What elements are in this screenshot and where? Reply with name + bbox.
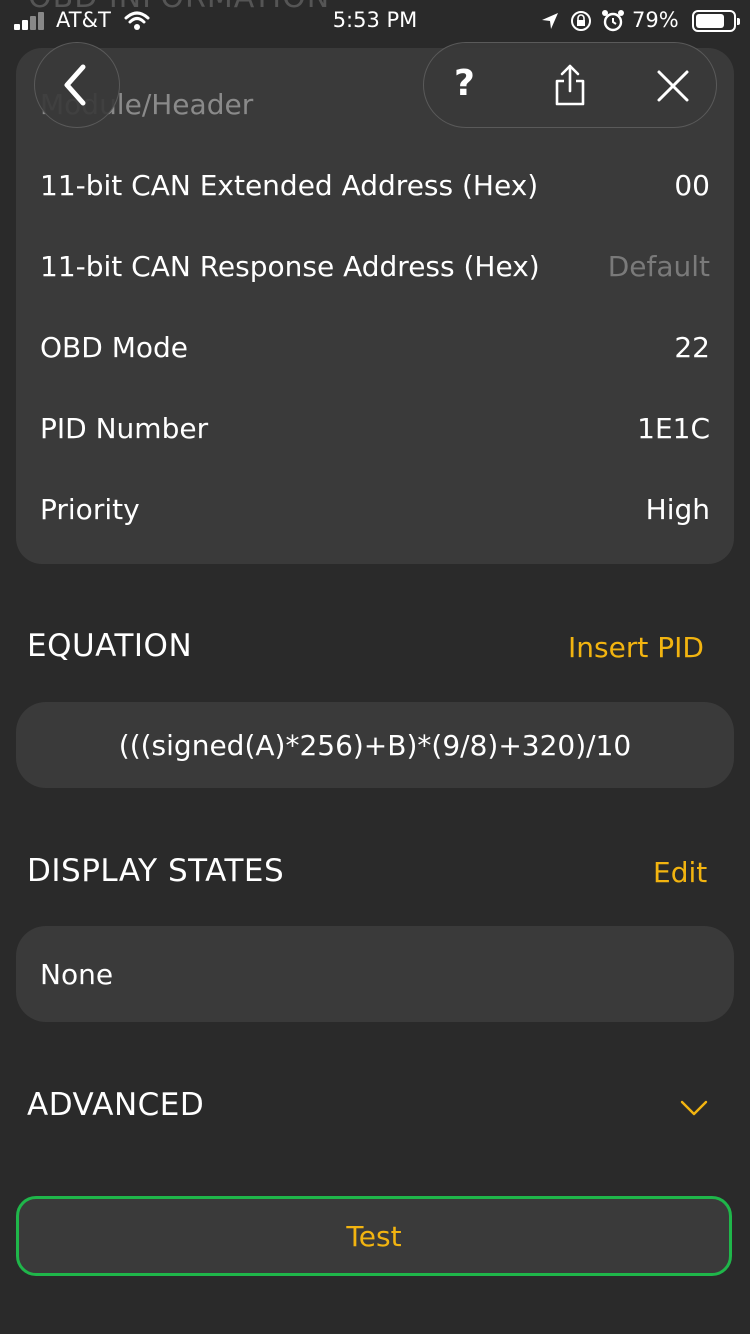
insert-pid-button[interactable]: Insert PID xyxy=(568,631,704,664)
battery-icon xyxy=(692,10,740,32)
equation-field[interactable]: (((signed(A)*256)+B)*(9/8)+320)/10 xyxy=(16,702,734,788)
battery-level xyxy=(696,14,724,28)
help-button[interactable]: ? xyxy=(454,63,475,104)
can-response-address-row[interactable]: 11-bit CAN Response Address (Hex) Defaul… xyxy=(40,236,710,296)
can-extended-address-row[interactable]: 11-bit CAN Extended Address (Hex) 00 xyxy=(40,155,710,215)
priority-value: High xyxy=(645,492,710,526)
pid-number-row[interactable]: PID Number 1E1C xyxy=(40,398,710,458)
obd-mode-label: OBD Mode xyxy=(40,330,188,364)
back-button[interactable] xyxy=(34,42,120,128)
alarm-icon xyxy=(602,10,624,32)
obd-mode-value: 22 xyxy=(674,330,710,364)
chevron-left-icon xyxy=(64,64,86,106)
pid-number-label: PID Number xyxy=(40,411,209,445)
display-states-field[interactable]: None xyxy=(16,926,734,1022)
equation-title: EQUATION xyxy=(27,628,193,664)
chevron-down-icon xyxy=(680,1100,708,1116)
action-pill: ? xyxy=(423,42,717,128)
priority-label: Priority xyxy=(40,492,140,526)
pid-number-value: 1E1C xyxy=(637,411,710,445)
priority-row[interactable]: Priority High xyxy=(40,479,710,539)
obd-mode-row[interactable]: OBD Mode 22 xyxy=(40,317,710,377)
close-icon[interactable] xyxy=(656,69,690,103)
display-states-title: DISPLAY STATES xyxy=(27,853,285,889)
orientation-lock-icon xyxy=(571,11,591,31)
location-icon xyxy=(542,13,558,29)
can-extended-address-value: 00 xyxy=(674,168,710,202)
can-response-address-label: 11-bit CAN Response Address (Hex) xyxy=(40,249,540,283)
advanced-title: ADVANCED xyxy=(27,1087,205,1123)
share-icon[interactable] xyxy=(552,63,588,107)
can-response-address-value: Default xyxy=(607,249,710,283)
status-bar: AT&T 5:53 PM 79% xyxy=(0,0,750,44)
advanced-toggle[interactable]: ADVANCED xyxy=(0,1075,750,1145)
battery-percent: 79% xyxy=(632,8,679,32)
test-button[interactable]: Test xyxy=(16,1196,732,1276)
display-states-value: None xyxy=(40,957,114,991)
can-extended-address-label: 11-bit CAN Extended Address (Hex) xyxy=(40,168,539,202)
test-button-label: Test xyxy=(346,1219,402,1253)
equation-text: (((signed(A)*256)+B)*(9/8)+320)/10 xyxy=(118,728,632,762)
edit-display-states-button[interactable]: Edit xyxy=(653,856,707,889)
